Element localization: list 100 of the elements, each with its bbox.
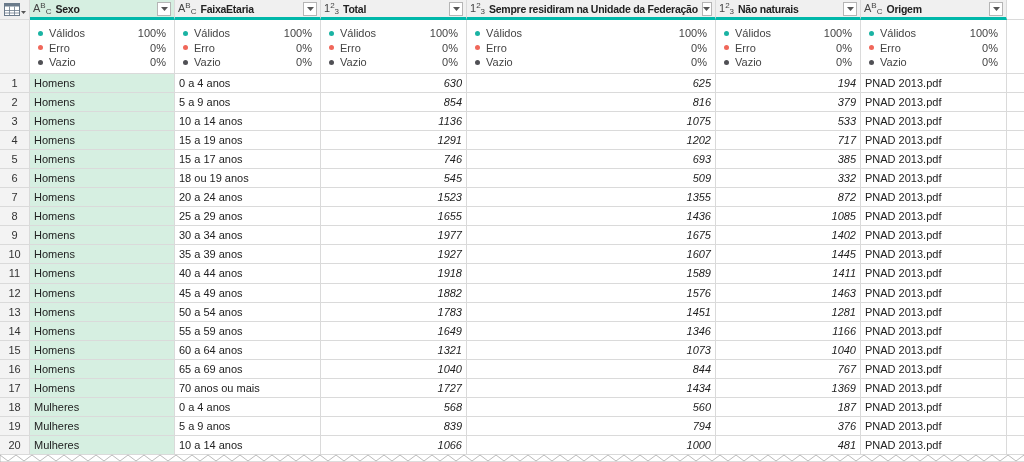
table-cell: 509 [467,169,716,189]
table-cell: 1655 [321,207,467,227]
column-header[interactable]: A$^{B}$$_{C}$ FaixaEtaria [175,0,321,20]
column-title: Sempre residiram na Unidade da Federação [489,2,698,15]
row-number: 8 [0,207,30,227]
table-cell: 70 anos ou mais [175,378,321,398]
table-cell: 481 [716,435,861,455]
table-cell: 1346 [467,321,716,341]
table-cell: 1523 [321,188,467,208]
table-cell: 1085 [716,207,861,227]
table-cell: 1411 [716,264,861,284]
quality-label: Válidos [340,27,378,40]
table-cell: 379 [716,93,861,113]
table-cell: PNAD 2013.pdf [861,340,1007,360]
table-cell: PNAD 2013.pdf [861,245,1007,265]
table-cell: 20 a 24 anos [175,188,321,208]
table-cell: 187 [716,397,861,417]
table-cell: 1000 [467,435,716,455]
quality-label: Erro [49,41,71,54]
quality-label: Erro [340,41,362,54]
table-cell: 1066 [321,435,467,455]
quality-value: 100% [823,27,852,40]
table-cell: 1649 [321,321,467,341]
row-number: 5 [0,150,30,170]
table-cell: 854 [321,93,467,113]
table-cell: 1675 [467,226,716,246]
quality-value: 100% [137,27,166,40]
table-cell: 1040 [716,340,861,360]
table-cell: 30 a 34 anos [175,226,321,246]
column-header[interactable]: 1$^{2}$$_{3}$ Não naturais [716,0,861,20]
column-filter-button[interactable] [989,1,1003,16]
table-cell: PNAD 2013.pdf [861,150,1007,170]
column-header[interactable]: A$^{B}$$_{C}$ Sexo [30,0,175,20]
column-filter-button[interactable] [449,1,463,16]
table-cell: Homens [30,188,175,208]
column-filter-button[interactable] [701,1,712,16]
caret-icon [703,6,711,11]
table-cell: 194 [716,74,861,94]
row-number: 9 [0,226,30,246]
quality-value: 0% [296,41,312,54]
table-cell: 568 [321,397,467,417]
table-cell: 1451 [467,302,716,322]
quality-value: 0% [982,41,998,54]
column-header[interactable]: A$^{B}$$_{C}$ Origem [861,0,1007,20]
column-filter-button[interactable] [157,1,171,16]
table-cell: 376 [716,416,861,436]
quality-value: 0% [836,56,852,69]
row-number: 6 [0,169,30,189]
table-cell: 767 [716,359,861,379]
table-cell: 1727 [321,378,467,398]
table-cell: Homens [30,131,175,151]
row-number: 16 [0,359,30,379]
row-number: 11 [0,264,30,284]
quality-value: 0% [836,41,852,54]
quality-label: Vazio [340,56,368,69]
caret-icon [160,6,168,11]
table-cell: Homens [30,74,175,94]
column-title: Total [343,2,368,15]
table-cell: 15 a 19 anos [175,131,321,151]
table-cell: PNAD 2013.pdf [861,93,1007,113]
table-cell: Homens [30,112,175,132]
table-cell: 35 a 39 anos [175,245,321,265]
quality-value: 0% [442,41,458,54]
column-filter-button[interactable] [843,1,857,16]
row-number: 3 [0,112,30,132]
table-cell: 50 a 54 anos [175,302,321,322]
column-header[interactable]: 1$^{2}$$_{3}$ Total [321,0,467,20]
quality-value: 100% [969,27,998,40]
quality-value: 0% [691,56,707,69]
caret-icon [452,6,460,11]
quality-label: Válidos [194,27,232,40]
table-cell: 844 [467,359,716,379]
table-cell: 60 a 64 anos [175,340,321,360]
column-title: Origem [886,2,923,15]
row-number: 17 [0,378,30,398]
table-cell: 1369 [716,378,861,398]
table-cell: PNAD 2013.pdf [861,416,1007,436]
table-cell: 5 a 9 anos [175,416,321,436]
table-cell: PNAD 2013.pdf [861,397,1007,417]
table-cell: 1434 [467,378,716,398]
row-number: 4 [0,131,30,151]
table-cell: 1607 [467,245,716,265]
column-filter-button[interactable] [303,1,317,16]
table-cell: 693 [467,150,716,170]
table-cell: 0 a 4 anos [175,74,321,94]
table-cell: PNAD 2013.pdf [861,74,1007,94]
column-header[interactable]: 1$^{2}$$_{3}$ Sempre residiram na Unidade da Federação [467,0,716,20]
column-title: Sexo [55,2,81,15]
table-cell: 560 [467,397,716,417]
quality-value: 0% [150,41,166,54]
table-menu-icon[interactable] [3,3,26,16]
table-cell: 1040 [321,359,467,379]
table-cell: PNAD 2013.pdf [861,226,1007,246]
table-cell: 1436 [467,207,716,227]
quality-label: Vazio [486,56,514,69]
table-cell: 1402 [716,226,861,246]
row-number: 14 [0,321,30,341]
table-cell: 18 ou 19 anos [175,169,321,189]
quality-value: 0% [691,41,707,54]
table-cell: PNAD 2013.pdf [861,188,1007,208]
